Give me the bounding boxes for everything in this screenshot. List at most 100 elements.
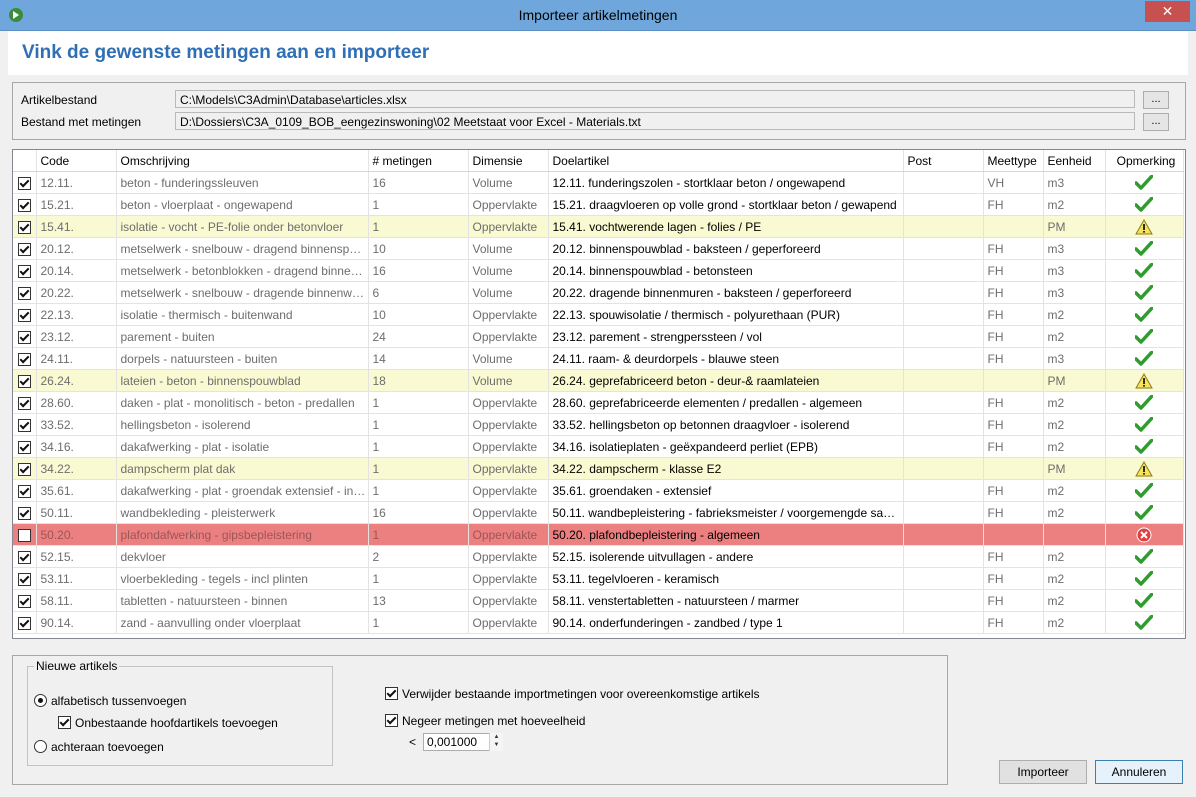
table-row[interactable]: 90.14. zand - aanvulling onder vloerplaat… bbox=[13, 611, 1184, 634]
row-checkbox-cell[interactable] bbox=[13, 303, 37, 326]
row-checkbox-cell[interactable] bbox=[13, 523, 37, 546]
check-icon bbox=[1134, 547, 1154, 564]
row-checkbox-cell[interactable] bbox=[13, 369, 37, 392]
row-checkbox-cell[interactable] bbox=[13, 611, 37, 634]
table-row[interactable]: 20.22. metselwerk - snelbouw - dragende b… bbox=[13, 281, 1184, 304]
negeer-checkbox[interactable]: Negeer metingen met hoeveelheid bbox=[385, 713, 585, 728]
row-checkbox[interactable] bbox=[17, 506, 31, 520]
row-checkbox[interactable] bbox=[17, 440, 31, 454]
hoofdartikels-checkbox[interactable]: Onbestaande hoofdartikels toevoegen bbox=[58, 715, 278, 730]
verwijder-checkbox[interactable]: Verwijder bestaande importmetingen voor … bbox=[385, 686, 760, 701]
row-checkbox[interactable] bbox=[17, 286, 31, 300]
cell-opmerking bbox=[1105, 501, 1184, 524]
table-row[interactable]: 58.11. tabletten - natuursteen - binnen 13… bbox=[13, 589, 1184, 612]
alfabetisch-radio[interactable]: alfabetisch tussenvoegen bbox=[34, 693, 186, 708]
row-checkbox-cell[interactable] bbox=[13, 589, 37, 612]
table-row[interactable]: 53.11. vloerbekleding - tegels - incl pli… bbox=[13, 567, 1184, 590]
row-checkbox[interactable] bbox=[17, 176, 31, 190]
table-body: 12.11. beton - funderingssleuven 16 Volume 1… bbox=[13, 171, 1184, 634]
row-checkbox-cell[interactable] bbox=[13, 435, 37, 458]
table-row[interactable]: 28.60. daken - plat - monolitisch - beton… bbox=[13, 391, 1184, 414]
column-header-5[interactable]: Doelartikel bbox=[548, 150, 904, 172]
row-checkbox[interactable] bbox=[17, 198, 31, 212]
table-row[interactable]: 34.16. dakafwerking - plat - isolatie 1 Opp… bbox=[13, 435, 1184, 458]
row-checkbox[interactable] bbox=[17, 264, 31, 278]
row-checkbox-cell[interactable] bbox=[13, 347, 37, 370]
column-header-8[interactable]: Eenheid bbox=[1043, 150, 1106, 172]
alfabetisch-radio-circle[interactable] bbox=[34, 694, 47, 708]
row-checkbox[interactable] bbox=[17, 528, 31, 542]
table-row[interactable]: 15.21. beton - vloerplaat - ongewapend 1 Op… bbox=[13, 193, 1184, 216]
achteraan-radio-circle[interactable] bbox=[34, 740, 47, 754]
row-checkbox-cell[interactable] bbox=[13, 281, 37, 304]
cell-dimensie: Oppervlakte bbox=[468, 501, 549, 524]
row-checkbox[interactable] bbox=[17, 242, 31, 256]
row-checkbox-cell[interactable] bbox=[13, 237, 37, 260]
row-checkbox-cell[interactable] bbox=[13, 413, 37, 436]
table-row[interactable]: 12.11. beton - funderingssleuven 16 Volume 1… bbox=[13, 171, 1184, 194]
row-checkbox[interactable] bbox=[17, 616, 31, 630]
close-button[interactable]: ✕ bbox=[1145, 1, 1190, 22]
spin-down-icon[interactable]: ▼ bbox=[490, 741, 503, 749]
row-checkbox[interactable] bbox=[17, 308, 31, 322]
row-checkbox-cell[interactable] bbox=[13, 259, 37, 282]
row-checkbox-cell[interactable] bbox=[13, 457, 37, 480]
achteraan-radio[interactable]: achteraan toevoegen bbox=[34, 739, 164, 754]
threshold-spinner[interactable]: ▲ ▼ bbox=[489, 733, 503, 751]
table-row[interactable]: 33.52. hellingsbeton - isolerend 1 Oppervla… bbox=[13, 413, 1184, 436]
cell-omschrijving: dekvloer bbox=[116, 545, 369, 568]
row-checkbox[interactable] bbox=[17, 352, 31, 366]
row-checkbox-cell[interactable] bbox=[13, 567, 37, 590]
column-header-7[interactable]: Meettype bbox=[983, 150, 1044, 172]
table-row[interactable]: 26.24. lateien - beton - binnenspouwblad 1… bbox=[13, 369, 1184, 392]
row-checkbox-cell[interactable] bbox=[13, 171, 37, 194]
column-header-1[interactable]: Code bbox=[36, 150, 117, 172]
row-checkbox-cell[interactable] bbox=[13, 391, 37, 414]
table-row[interactable]: 24.11. dorpels - natuursteen - buiten 14 Vo… bbox=[13, 347, 1184, 370]
table-row[interactable]: 35.61. dakafwerking - plat - groendak ext… bbox=[13, 479, 1184, 502]
row-checkbox[interactable] bbox=[17, 396, 31, 410]
column-header-0[interactable] bbox=[13, 150, 37, 172]
article-browse-button[interactable]: ... bbox=[1143, 91, 1169, 109]
importeer-button[interactable]: Importeer bbox=[999, 760, 1087, 784]
row-checkbox[interactable] bbox=[17, 330, 31, 344]
row-checkbox[interactable] bbox=[17, 418, 31, 432]
row-checkbox[interactable] bbox=[17, 594, 31, 608]
column-header-6[interactable]: Post bbox=[903, 150, 984, 172]
spin-up-icon[interactable]: ▲ bbox=[490, 733, 503, 741]
row-checkbox[interactable] bbox=[17, 462, 31, 476]
verwijder-checkbox-box[interactable] bbox=[385, 687, 398, 701]
table-row[interactable]: 50.11. wandbekleding - pleisterwerk 16 Oppe… bbox=[13, 501, 1184, 524]
annuleren-button[interactable]: Annuleren bbox=[1095, 760, 1183, 784]
row-checkbox[interactable] bbox=[17, 572, 31, 586]
table-row[interactable]: 20.14. metselwerk - betonblokken - dragen… bbox=[13, 259, 1184, 282]
row-checkbox-cell[interactable] bbox=[13, 215, 37, 238]
row-checkbox-cell[interactable] bbox=[13, 479, 37, 502]
table-row[interactable]: 34.22. dampscherm plat dak 1 Oppervlakte 34.… bbox=[13, 457, 1184, 480]
column-header-2[interactable]: Omschrijving bbox=[116, 150, 369, 172]
cell-post bbox=[903, 237, 984, 260]
column-header-9[interactable]: Opmerking bbox=[1105, 150, 1184, 172]
column-header-4[interactable]: Dimensie bbox=[468, 150, 549, 172]
row-checkbox[interactable] bbox=[17, 550, 31, 564]
table-row[interactable]: 50.20. plafondafwerking - gipsbepleisteri… bbox=[13, 523, 1184, 546]
row-checkbox[interactable] bbox=[17, 220, 31, 234]
article-file-field[interactable]: C:\Models\C3Admin\Database\articles.xlsx bbox=[175, 90, 1135, 108]
row-checkbox[interactable] bbox=[17, 484, 31, 498]
metingen-file-field[interactable]: D:\Dossiers\C3A_0109_BOB_eengezinswoning… bbox=[175, 112, 1135, 130]
row-checkbox-cell[interactable] bbox=[13, 325, 37, 348]
row-checkbox-cell[interactable] bbox=[13, 545, 37, 568]
row-checkbox-cell[interactable] bbox=[13, 501, 37, 524]
column-header-3[interactable]: # metingen bbox=[368, 150, 469, 172]
row-checkbox-cell[interactable] bbox=[13, 193, 37, 216]
table-row[interactable]: 52.15. dekvloer 2 Oppervlakte 52.15. isolere… bbox=[13, 545, 1184, 568]
row-checkbox[interactable] bbox=[17, 374, 31, 388]
table-row[interactable]: 20.12. metselwerk - snelbouw - dragend bi… bbox=[13, 237, 1184, 260]
cell-eenheid: PM bbox=[1043, 215, 1106, 238]
table-row[interactable]: 23.12. parement - buiten 24 Oppervlakte 23.1… bbox=[13, 325, 1184, 348]
table-row[interactable]: 22.13. isolatie - thermisch - buitenwand 1… bbox=[13, 303, 1184, 326]
table-row[interactable]: 15.41. isolatie - vocht - PE-folie onder … bbox=[13, 215, 1184, 238]
negeer-checkbox-box[interactable] bbox=[385, 714, 398, 728]
hoofdartikels-checkbox-box[interactable] bbox=[58, 716, 71, 730]
metingen-browse-button[interactable]: ... bbox=[1143, 113, 1169, 131]
